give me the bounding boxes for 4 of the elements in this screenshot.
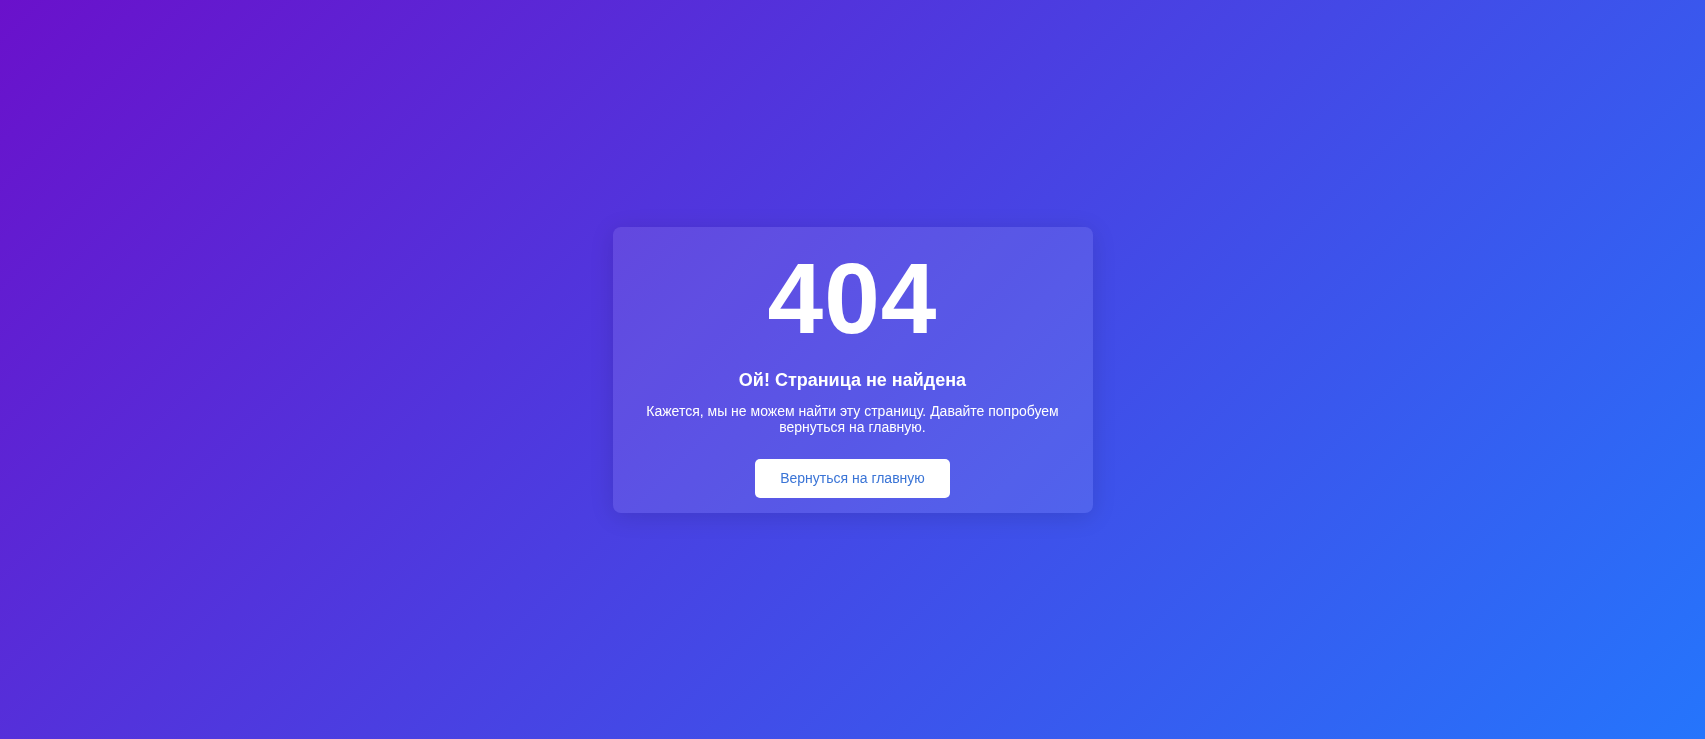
error-title: Ой! Страница не найдена (738, 368, 967, 391)
error-message: Кажется, мы не можем найти эту страницу. Давайте попробуем вернуться на главную. (645, 402, 1060, 435)
error-code: 404 (767, 247, 938, 348)
home-button[interactable]: Вернуться на главную (755, 458, 950, 498)
